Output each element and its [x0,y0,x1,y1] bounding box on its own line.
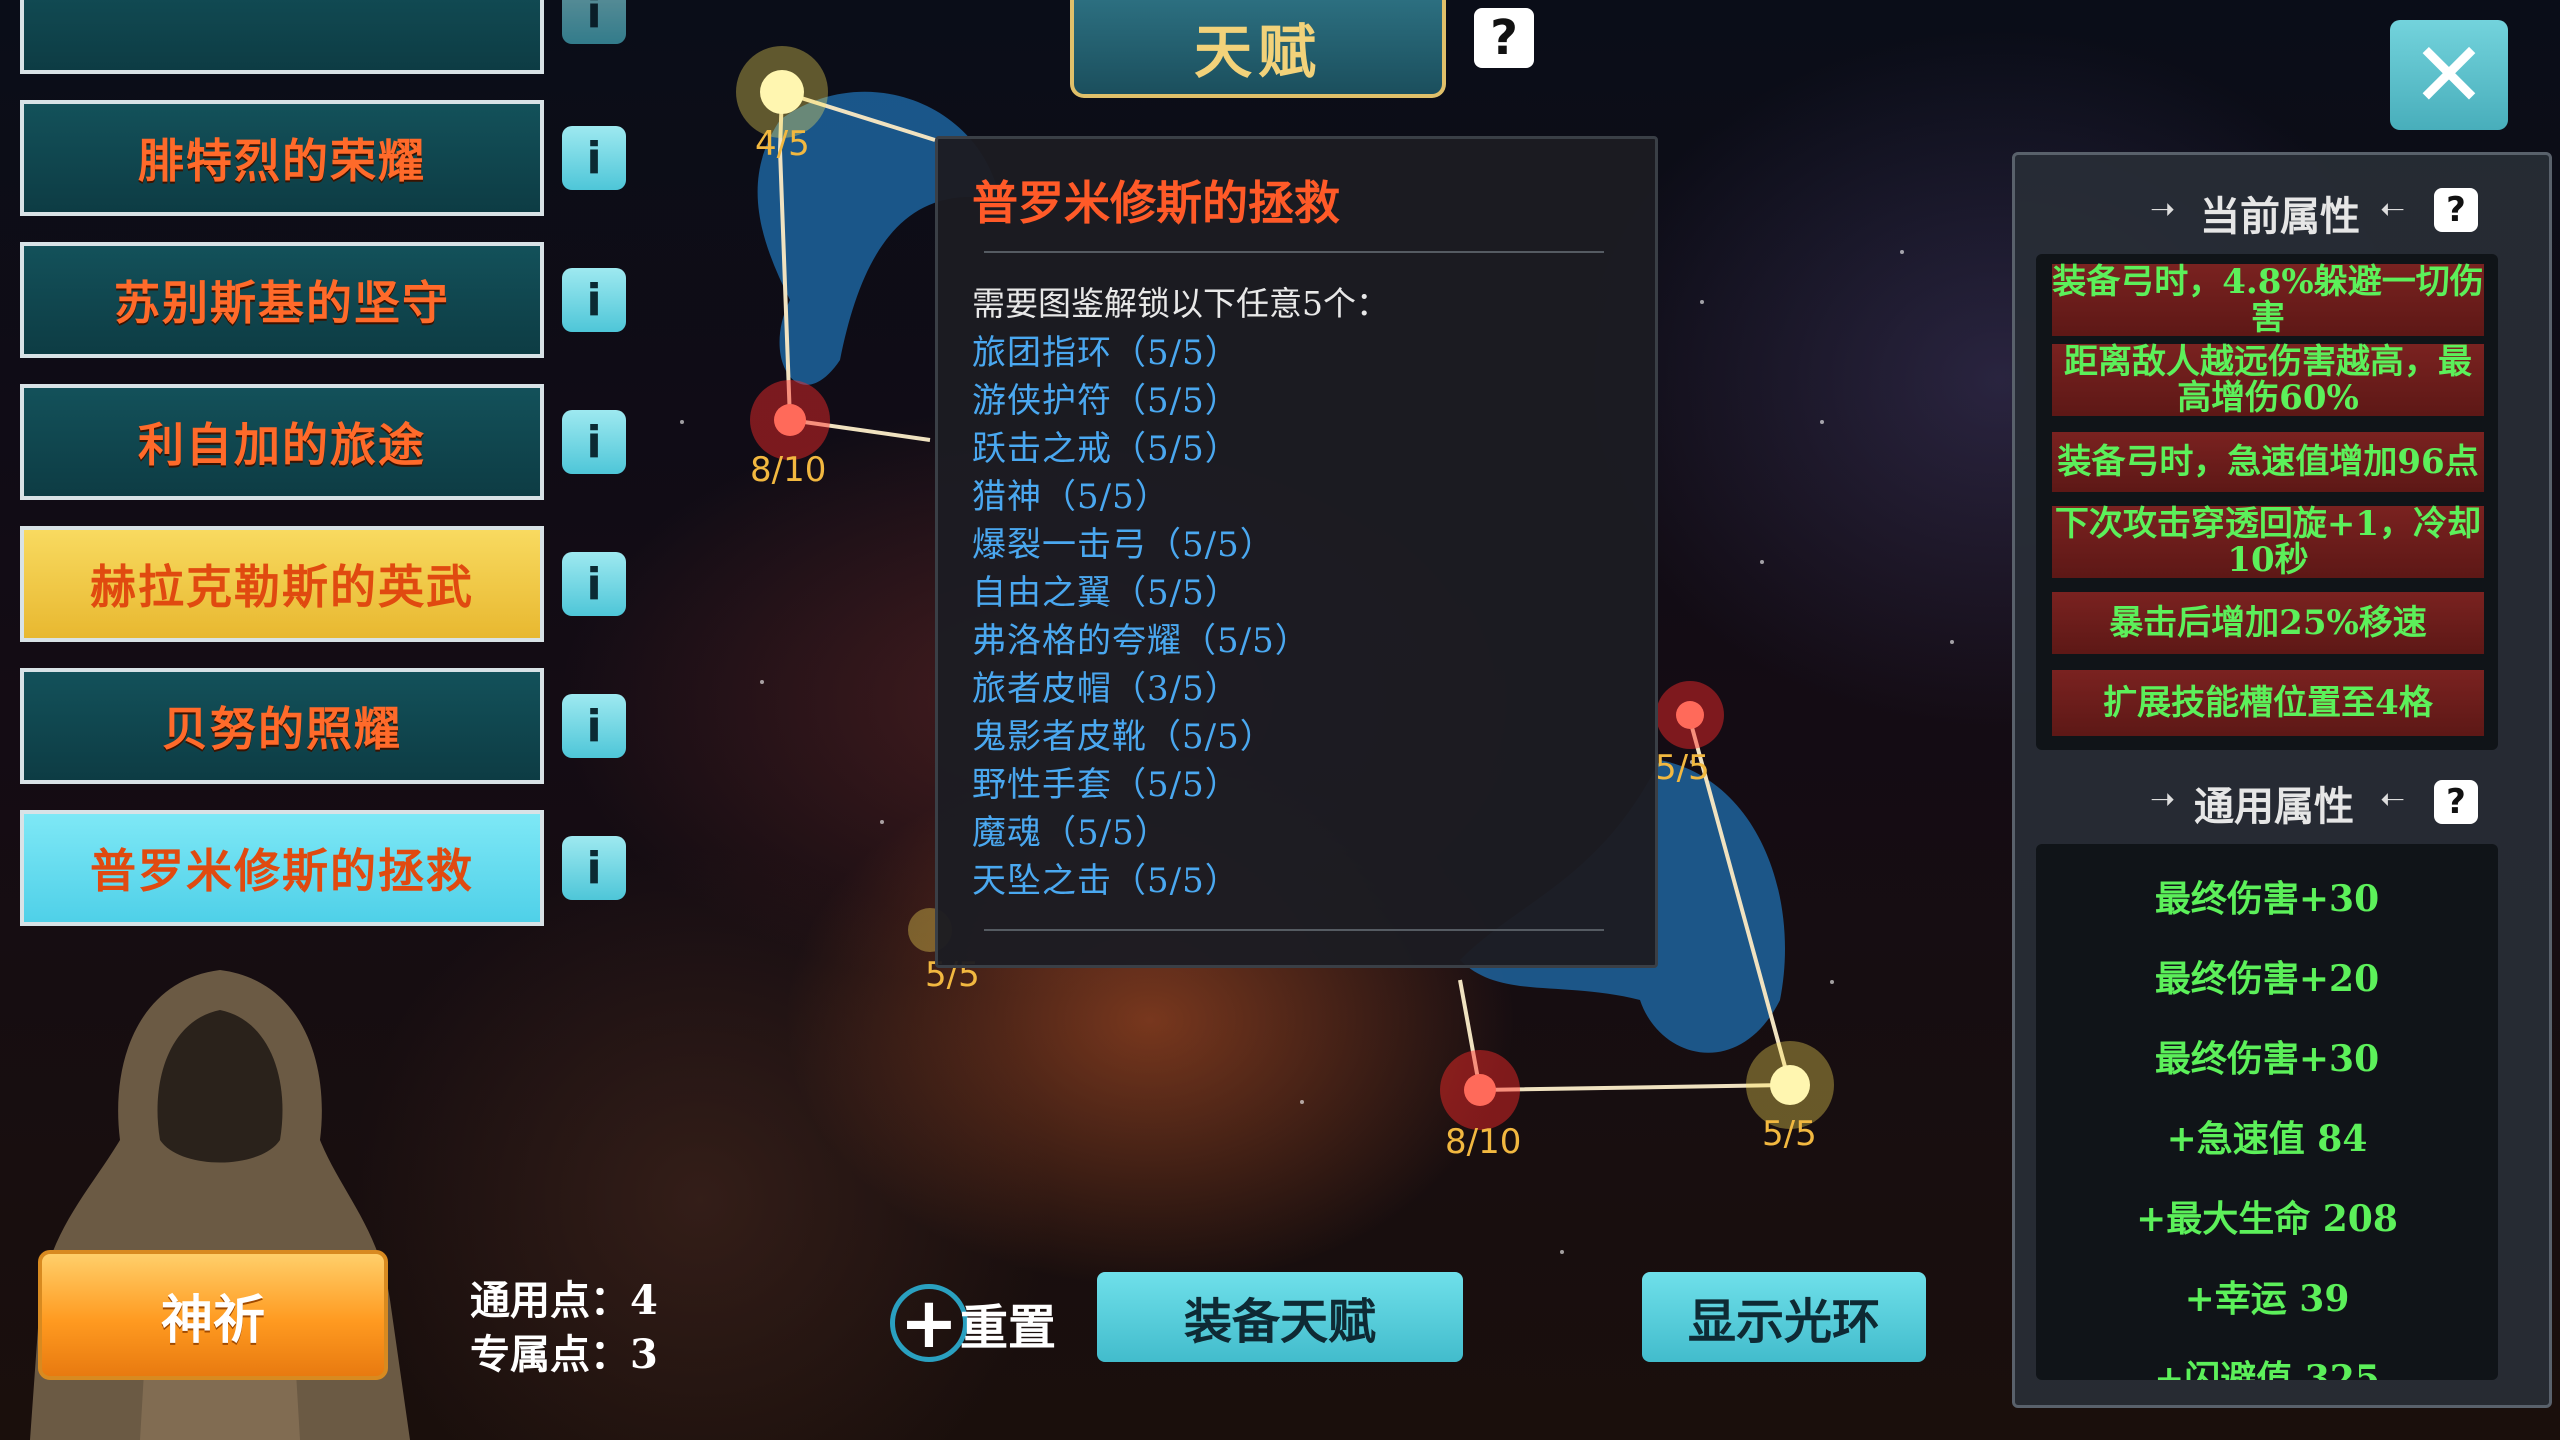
close-button[interactable]: ✕ [2390,20,2508,130]
constellation-label: 8/10 [1445,1122,1522,1162]
general-points: 通用点：4 [470,1277,658,1324]
info-icon[interactable]: i [562,552,626,616]
talent-item-rizzka[interactable]: 利自加的旅途 [20,384,544,500]
general-attribute: 最终伤害+30 [2154,1038,2380,1080]
help-icon[interactable]: ? [2434,780,2478,824]
popup-requirement: 需要图鉴解锁以下任意5个： [972,284,1389,323]
plus-circle-icon: + [890,1282,968,1364]
divider [984,929,1604,931]
talent-item-top-partial[interactable] [20,0,544,74]
requirement-item: 猎神（5/5） [972,477,1170,517]
general-attributes-title: 通用属性 [2194,783,2354,830]
requirement-item: 天坠之击（5/5） [972,861,1240,901]
talent-detail-popup: 普罗米修斯的拯救 需要图鉴解锁以下任意5个： 旅团指环（5/5） 游侠护符（5/… [935,136,1658,968]
info-icon[interactable]: i [562,694,626,758]
exclusive-points: 专属点：3 [470,1331,658,1378]
info-icon[interactable]: i [562,836,626,900]
current-attribute: 下次攻击穿透回旋+1，冷却10秒 [2052,506,2484,578]
general-attribute: +急速值 84 [2166,1118,2368,1160]
talent-item-hercules[interactable]: 赫拉克勒斯的英武 [20,526,544,642]
arrow-icon: ➝ [2380,192,2406,227]
requirement-item: 野性手套（5/5） [972,765,1240,805]
arrow-icon: ➝ [2380,782,2406,817]
show-aura-button[interactable]: 显示光环 [1642,1272,1926,1362]
reset-button[interactable]: + 重置 [890,1278,1056,1368]
talent-item-frederick[interactable]: 腓特烈的荣耀 [20,100,544,216]
info-icon[interactable]: i [562,0,626,44]
current-attributes-title: 当前属性 [2200,193,2360,240]
current-attribute: 扩展技能槽位置至4格 [2052,670,2484,736]
arrow-icon: ➝ [2150,192,2176,227]
general-attribute: +闪避值 325 [2154,1358,2380,1380]
pray-button[interactable]: 神祈 [38,1250,388,1380]
requirement-item: 自由之翼（5/5） [972,573,1240,613]
help-icon[interactable]: ? [1474,8,1534,68]
general-attribute: +幸运 39 [2184,1278,2350,1320]
constellation-label: 8/10 [750,450,827,490]
requirement-item: 弗洛格的夸耀（5/5） [972,621,1310,661]
requirement-item: 爆裂一击弓（5/5） [972,525,1275,565]
requirement-item: 游侠护符（5/5） [972,381,1240,421]
current-attribute: 装备弓时，急速值增加96点 [2052,432,2484,492]
general-attribute-clip: +闪避值 325 [2036,1350,2498,1380]
current-attribute: 装备弓时，4.8%躲避一切伤害 [2052,262,2484,338]
info-icon[interactable]: i [562,410,626,474]
constellation-label: 4/5 [755,124,810,164]
current-attribute: 暴击后增加25%移速 [2052,592,2484,654]
general-attribute: 最终伤害+30 [2154,878,2380,920]
requirement-item: 魔魂（5/5） [972,813,1170,853]
constellation-label: 5/5 [1655,748,1710,788]
reset-label: 重置 [960,1300,1057,1356]
general-attribute: 最终伤害+20 [2154,958,2380,1000]
requirement-item: 跃击之戒（5/5） [972,429,1240,469]
info-icon[interactable]: i [562,126,626,190]
arrow-icon: ➝ [2150,782,2176,817]
constellation-label: 5/5 [1762,1114,1817,1154]
requirement-item: 鬼影者皮靴（5/5） [972,717,1275,757]
popup-title: 普罗米修斯的拯救 [972,176,1340,230]
requirement-item: 旅团指环（5/5） [972,333,1240,373]
divider [984,251,1604,253]
talent-item-sobieski[interactable]: 苏别斯基的坚守 [20,242,544,358]
talent-item-bennu[interactable]: 贝努的照耀 [20,668,544,784]
current-attribute: 距离敌人越远伤害越高，最高增伤60% [2052,344,2484,416]
talent-title-tab: 天赋 [1070,0,1446,98]
requirement-item: 旅者皮帽（3/5） [972,669,1240,709]
general-attribute: +最大生命 208 [2136,1198,2398,1240]
info-icon[interactable]: i [562,268,626,332]
help-icon[interactable]: ? [2434,188,2478,232]
talent-item-prometheus-selected[interactable]: 普罗米修斯的拯救 [20,810,544,926]
equip-talent-button[interactable]: 装备天赋 [1097,1272,1463,1362]
